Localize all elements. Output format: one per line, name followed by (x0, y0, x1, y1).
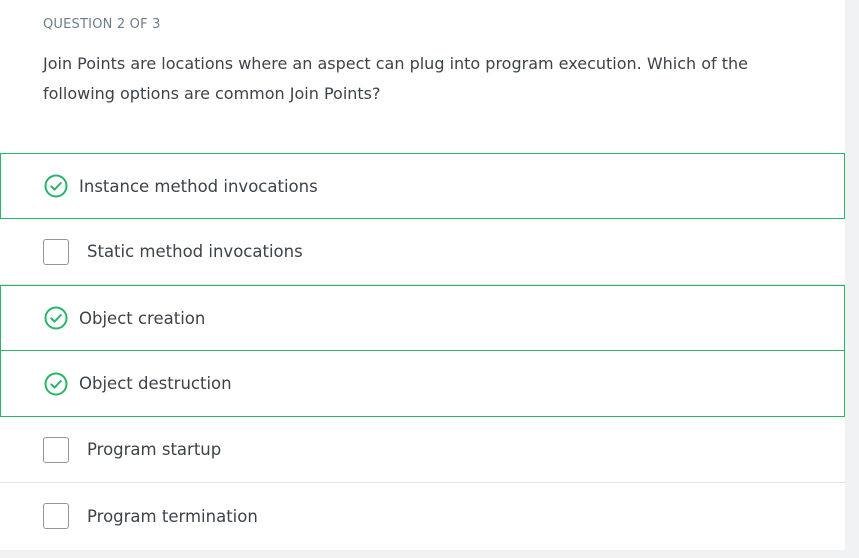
option-item[interactable]: Program startup (0, 417, 845, 483)
checkbox-icon[interactable] (43, 238, 69, 265)
checkbox-icon[interactable] (43, 503, 69, 529)
option-label: Object destruction (79, 374, 232, 393)
check-circle-icon (44, 306, 68, 330)
check-circle-icon (44, 174, 68, 198)
option-label: Static method invocations (87, 242, 303, 261)
option-item[interactable]: Program termination (0, 483, 845, 549)
quiz-card: QUESTION 2 OF 3 Join Points are location… (0, 0, 845, 550)
question-text: Join Points are locations where an aspec… (43, 54, 749, 103)
option-item[interactable]: Object creation (0, 285, 845, 351)
question-counter: QUESTION 2 OF 3 (43, 17, 161, 32)
option-item[interactable]: Instance method invocations (0, 153, 845, 219)
option-label: Instance method invocations (79, 176, 318, 196)
option-label: Object creation (79, 308, 206, 328)
options-list: Instance method invocations Static metho… (0, 153, 845, 549)
option-label: Program termination (87, 506, 258, 526)
checkbox-icon[interactable] (43, 436, 69, 463)
option-item[interactable]: Static method invocations (0, 219, 845, 285)
check-circle-icon (44, 372, 68, 395)
option-label: Program startup (87, 440, 222, 459)
option-item[interactable]: Object destruction (0, 351, 845, 417)
